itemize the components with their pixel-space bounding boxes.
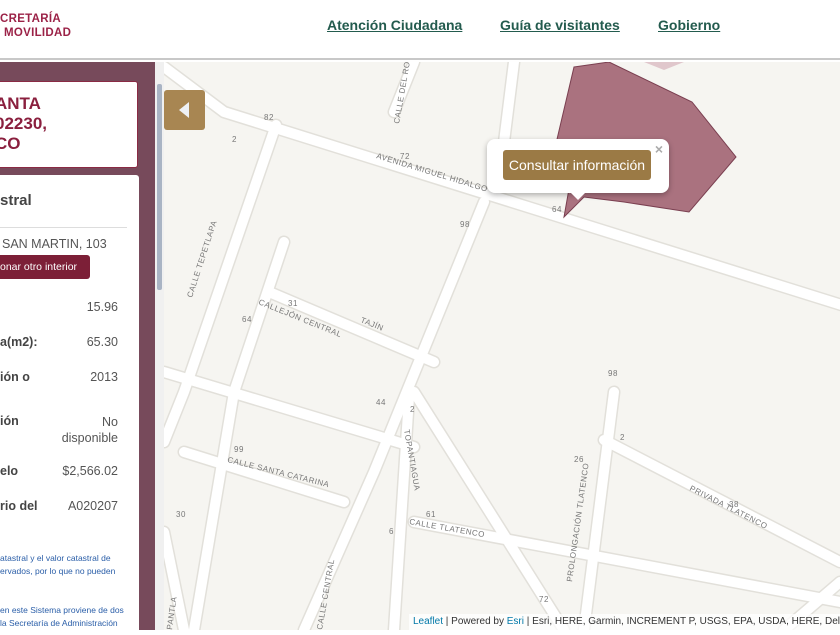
- logo[interactable]: CRETARÍA MOVILIDAD: [0, 12, 71, 40]
- title-line: 02230,: [0, 114, 47, 133]
- address-number: 30: [176, 510, 186, 519]
- close-popup-icon[interactable]: ×: [655, 141, 663, 157]
- nav-atencion-ciudadana[interactable]: Atención Ciudadana: [327, 17, 462, 33]
- close-icon: ✖: [0, 284, 11, 298]
- collapse-sidebar-button[interactable]: [164, 90, 205, 130]
- address-number: 2: [232, 135, 237, 144]
- address-number: 82: [264, 113, 274, 122]
- address-number: 64: [552, 205, 562, 214]
- map-popup: Consultar información ×: [487, 139, 669, 200]
- select-other-interior-button[interactable]: onar otro interior ✖: [0, 255, 90, 298]
- section-title: stral: [0, 192, 32, 209]
- title-line: ANTA: [0, 94, 41, 113]
- nav-guia-visitantes[interactable]: Guía de visitantes: [500, 17, 620, 33]
- address-number: 64: [242, 315, 252, 324]
- address-number: 98: [460, 220, 470, 229]
- popup-tip: [571, 193, 585, 200]
- address-card: ANTA 02230, CO: [0, 81, 138, 168]
- address-number: 2: [620, 433, 625, 442]
- consult-info-button[interactable]: Consultar información: [503, 150, 651, 180]
- address-number: 98: [608, 369, 618, 378]
- address-number: 72: [400, 152, 410, 161]
- address-number: 31: [288, 299, 298, 308]
- disclaimer-note: atastral y el valor catastral de ervados…: [0, 553, 116, 576]
- address-number: 99: [234, 445, 244, 454]
- street-label: AVENIDA MIGUEL HIDALGO: [375, 151, 488, 193]
- header: CRETARÍA MOVILIDAD Atención Ciudadana Guí…: [0, 0, 840, 60]
- address-number: 44: [376, 398, 386, 407]
- cadastral-card: stral SAN MARTIN, 103 onar otro interior…: [0, 175, 139, 635]
- chevron-left-icon: [179, 102, 189, 118]
- title-line: CO: [0, 134, 21, 153]
- map[interactable]: AVENIDA MIGUEL HIDALGO CALLE TEPETLAPA C…: [164, 62, 840, 630]
- address-number: 6: [389, 527, 394, 536]
- nav-gobierno[interactable]: Gobierno: [658, 17, 720, 33]
- disclaimer-note: en este Sistema proviene de dos la Secre…: [0, 605, 124, 628]
- esri-link[interactable]: Esri: [507, 616, 524, 627]
- divider: [0, 227, 127, 228]
- address-number: 61: [426, 510, 436, 519]
- address-number: 38: [729, 500, 739, 509]
- address-text: SAN MARTIN, 103: [2, 237, 107, 251]
- scrollbar-thumb[interactable]: [157, 84, 162, 290]
- address-number: 2: [410, 405, 415, 414]
- address-number: 26: [574, 455, 584, 464]
- leaflet-link[interactable]: Leaflet: [413, 616, 443, 627]
- map-attribution: Leaflet | Powered by Esri | Esri, HERE, …: [408, 614, 840, 630]
- address-number: 72: [539, 595, 549, 604]
